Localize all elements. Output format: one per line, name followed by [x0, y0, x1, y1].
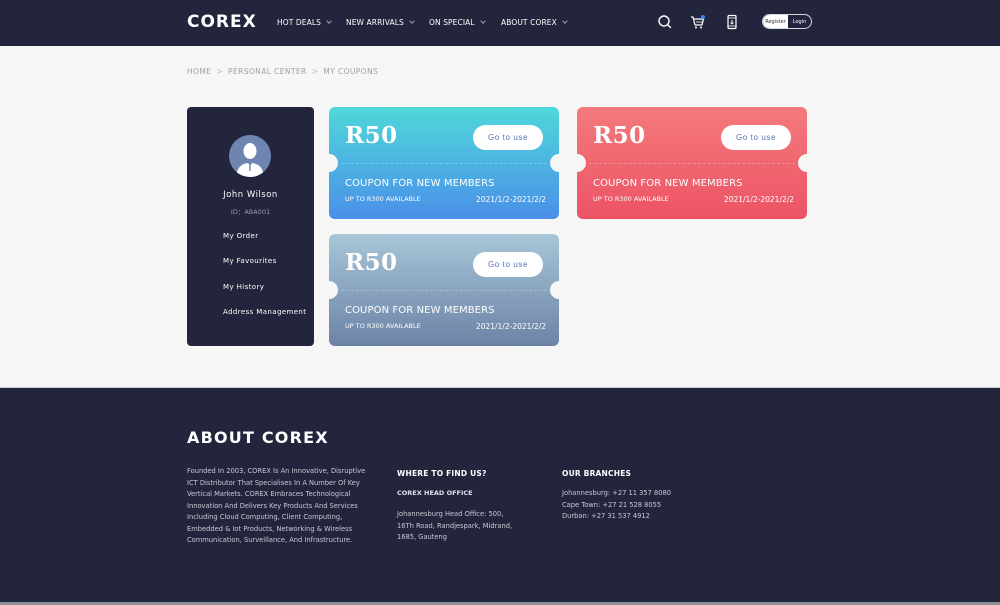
- coupon-validity: 2021/1/2-2021/2/2: [475, 322, 546, 331]
- ticket-notch: [550, 281, 559, 299]
- cart-badge: [701, 15, 705, 19]
- login-button[interactable]: Login: [788, 15, 811, 28]
- user-name: John Wilson: [223, 190, 278, 200]
- account-sidebar: John Wilson ID：ABA001 My Order My Favour…: [187, 107, 314, 346]
- sidebar-item-my-favourites[interactable]: My Favourites: [223, 257, 277, 265]
- ticket-notch: [798, 154, 807, 172]
- address-line: Johannesburg Head Office: 500,: [397, 510, 504, 518]
- branch-phone: Durban: +27 31 537 4912: [562, 512, 650, 520]
- sidebar-item-my-order[interactable]: My Order: [223, 232, 259, 240]
- coupon-title: COUPON FOR NEW MEMBERS: [593, 178, 743, 189]
- coupon-card: R50 Go to use COUPON FOR NEW MEMBERS UP …: [577, 107, 807, 219]
- user-icon: [236, 143, 264, 177]
- branches-heading: OUR BRANCHES: [562, 469, 632, 478]
- divider: [589, 163, 795, 164]
- head-office-address: Johannesburg Head Office: 500, 16Th Road…: [397, 509, 512, 544]
- chevron-down-icon: [409, 18, 415, 24]
- coupon-title: COUPON FOR NEW MEMBERS: [345, 178, 495, 189]
- head-office-label: COREX HEAD OFFICE: [397, 489, 473, 497]
- breadcrumb: HOME > PERSONAL CENTER > MY COUPONS: [187, 67, 378, 76]
- coupon-amount: R50: [345, 122, 398, 149]
- sidebar-item-address-management[interactable]: Address Management: [223, 308, 306, 316]
- breadcrumb-separator: >: [216, 67, 224, 76]
- divider: [341, 163, 547, 164]
- branch-phone: Johannesburg: +27 11 357 8080: [562, 489, 671, 497]
- avatar: [229, 135, 271, 177]
- branch-phone: Cape Town: +27 21 528 8055: [562, 500, 662, 509]
- search-icon[interactable]: [656, 13, 674, 31]
- coupon-amount: R50: [593, 122, 646, 149]
- divider: [341, 290, 547, 291]
- nav-hot-deals[interactable]: HOT DEALS: [277, 18, 332, 27]
- nav-label: HOT DEALS: [277, 18, 321, 27]
- go-to-use-button[interactable]: Go to use: [721, 125, 791, 150]
- chevron-down-icon: [479, 18, 486, 24]
- coupon-limit: UP TO R300 AVAILABLE: [345, 322, 421, 330]
- ticket-notch: [329, 281, 338, 299]
- go-to-use-button[interactable]: Go to use: [473, 252, 543, 277]
- breadcrumb-current: MY COUPONS: [323, 67, 379, 76]
- address-line: 16Th Road, Randjespark, Midrand,: [397, 521, 513, 530]
- sidebar-item-my-history[interactable]: My History: [223, 283, 264, 291]
- ticket-notch: [577, 154, 586, 172]
- logo[interactable]: COREX: [187, 12, 257, 32]
- chevron-down-icon: [562, 18, 568, 24]
- coupon-validity: 2021/1/2-2021/2/2: [475, 195, 546, 204]
- mobile-icon[interactable]: [723, 13, 741, 31]
- top-header: COREX HOT DEALS NEW ARRIVALS ON SPECIAL …: [0, 0, 1000, 46]
- footer-title: ABOUT COREX: [187, 428, 329, 447]
- branches-list: Johannesburg: +27 11 357 8080 Cape Town:…: [562, 488, 671, 523]
- nav-label: ABOUT COREX: [501, 18, 557, 27]
- ticket-notch: [329, 154, 338, 172]
- coupon-limit: UP TO R300 AVAILABLE: [593, 195, 669, 203]
- nav-on-special[interactable]: ON SPECIAL: [429, 18, 486, 27]
- coupon-card: R50 Go to use COUPON FOR NEW MEMBERS UP …: [329, 234, 559, 346]
- find-us-heading: WHERE TO FIND US?: [397, 469, 487, 478]
- breadcrumb-separator: >: [311, 67, 319, 76]
- address-line: 1685, Gauteng: [397, 533, 448, 541]
- cart-icon[interactable]: [689, 13, 707, 31]
- footer: ABOUT COREX Founded In 2003, COREX Is An…: [0, 387, 1000, 605]
- ticket-notch: [550, 154, 559, 172]
- coupon-limit: UP TO R300 AVAILABLE: [345, 195, 421, 203]
- auth-toggle: Register Login: [762, 14, 812, 29]
- nav-about-corex[interactable]: ABOUT COREX: [501, 18, 568, 27]
- nav-label: ON SPECIAL: [429, 18, 475, 27]
- nav-new-arrivals[interactable]: NEW ARRIVALS: [346, 18, 415, 27]
- footer-about-text: Founded In 2003, COREX Is An Innovative,…: [187, 467, 366, 544]
- coupon-title: COUPON FOR NEW MEMBERS: [345, 305, 495, 316]
- coupon-card: R50 Go to use COUPON FOR NEW MEMBERS UP …: [329, 107, 559, 219]
- chevron-down-icon: [326, 18, 332, 24]
- breadcrumb-home[interactable]: HOME: [187, 67, 211, 76]
- user-id: ID：ABA001: [230, 208, 271, 216]
- coupon-validity: 2021/1/2-2021/2/2: [723, 195, 794, 204]
- nav-label: NEW ARRIVALS: [346, 18, 404, 27]
- coupon-amount: R50: [345, 249, 398, 276]
- go-to-use-button[interactable]: Go to use: [473, 125, 543, 150]
- breadcrumb-personal-center[interactable]: PERSONAL CENTER: [228, 67, 307, 76]
- register-button[interactable]: Register: [763, 15, 788, 28]
